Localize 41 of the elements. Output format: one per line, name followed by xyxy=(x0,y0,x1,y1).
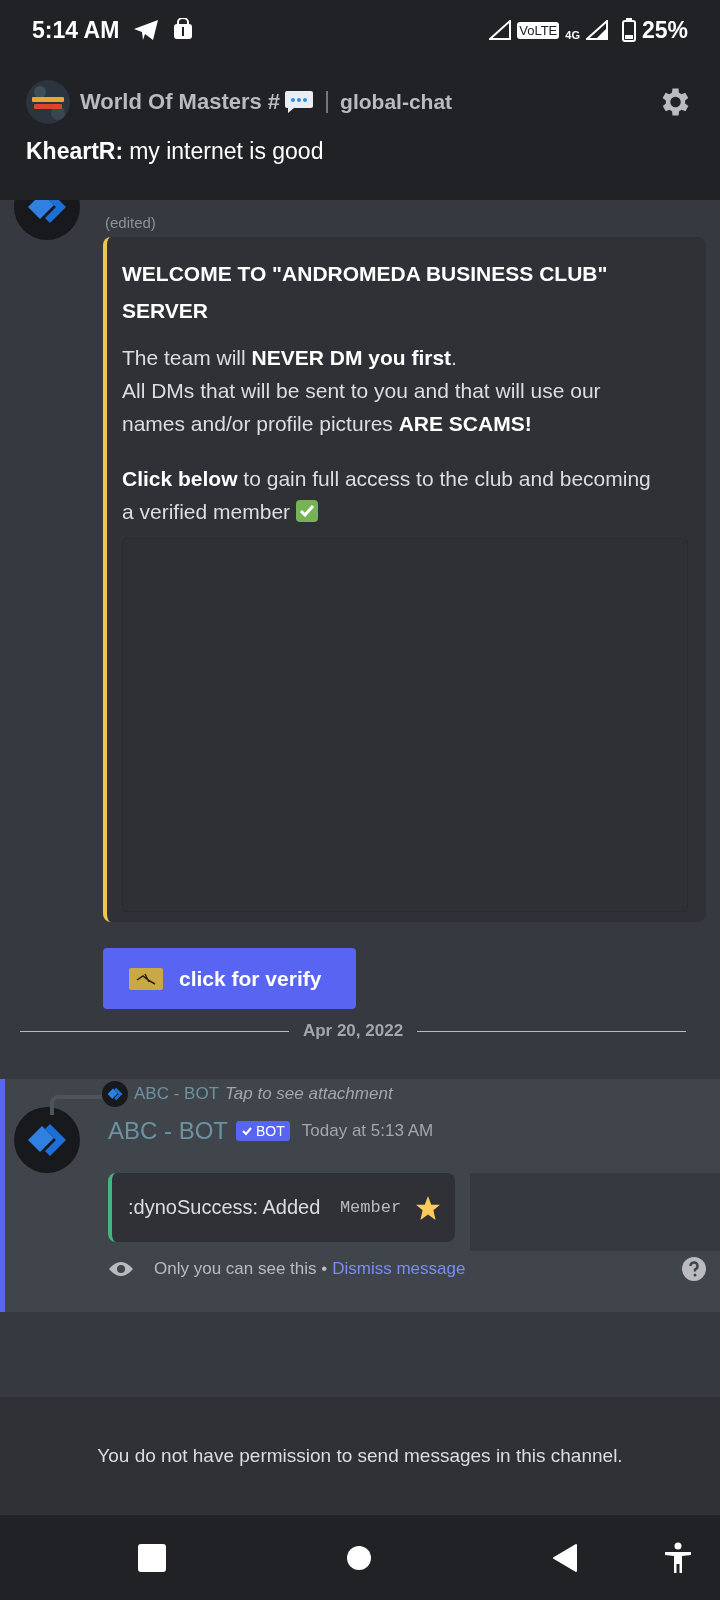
signal-icon xyxy=(489,20,512,40)
verify-button[interactable]: click for verify xyxy=(103,948,356,1009)
embed-text: :dynoSuccess: Added xyxy=(128,1196,322,1219)
emoji-icon xyxy=(129,967,163,990)
reply-text[interactable]: Tap to see attachment xyxy=(225,1084,393,1104)
embed-title: WELCOME TO "ANDROMEDA BUSINESS CLUB" SERVER xyxy=(122,261,609,324)
author-name[interactable]: ABC - BOT xyxy=(108,1117,228,1145)
network-label: 4G xyxy=(565,28,580,41)
volte-label: VoLTE xyxy=(517,21,560,39)
clock: 5:14 AM xyxy=(32,16,120,44)
bot-badge: BOT xyxy=(236,1121,290,1141)
notice-text: Only you can see this • xyxy=(154,1259,328,1279)
back-icon[interactable] xyxy=(552,1543,578,1572)
embed-paragraph: Click below to gain full access to the club and becoming a verified member xyxy=(122,466,652,525)
paper-plane-icon xyxy=(133,19,160,41)
message-preview[interactable]: KheartR: my internet is good xyxy=(26,138,692,165)
edited-label: (edited) xyxy=(105,214,157,231)
battery-icon xyxy=(621,18,636,42)
inline-code: Member xyxy=(339,1198,402,1217)
server-avatar[interactable] xyxy=(26,80,70,124)
bot-avatar[interactable] xyxy=(14,1107,80,1173)
embed-paragraph: The team will NEVER DM you first. All DMs that will be sent to you and that will use our names and/or profile pictures ARE SCAMS! xyxy=(122,345,602,437)
dismiss-link[interactable]: Dismiss message xyxy=(332,1259,466,1279)
date-divider-label: Apr 20, 2022 xyxy=(302,1021,404,1041)
eye-icon xyxy=(108,1260,134,1278)
channel-name: global-chat xyxy=(340,90,453,114)
bot-avatar-small[interactable] xyxy=(102,1081,128,1107)
accessibility-icon[interactable] xyxy=(664,1541,692,1574)
battery-percent: 25% xyxy=(641,16,688,44)
reply-author[interactable]: ABC - BOT xyxy=(134,1084,219,1104)
timestamp: Today at 5:13 AM xyxy=(301,1121,434,1141)
star-icon xyxy=(415,1194,442,1221)
check-icon xyxy=(296,500,319,522)
lock-icon xyxy=(173,18,194,42)
help-icon[interactable] xyxy=(682,1257,706,1281)
speech-bubble-icon xyxy=(284,90,315,114)
recents-icon[interactable] xyxy=(138,1543,166,1572)
signal-icon xyxy=(585,20,608,40)
permission-notice: You do not have permission to send messages in this channel. xyxy=(97,1445,623,1467)
home-icon[interactable] xyxy=(346,1544,372,1571)
server-name: World Of Masters # xyxy=(80,89,281,115)
